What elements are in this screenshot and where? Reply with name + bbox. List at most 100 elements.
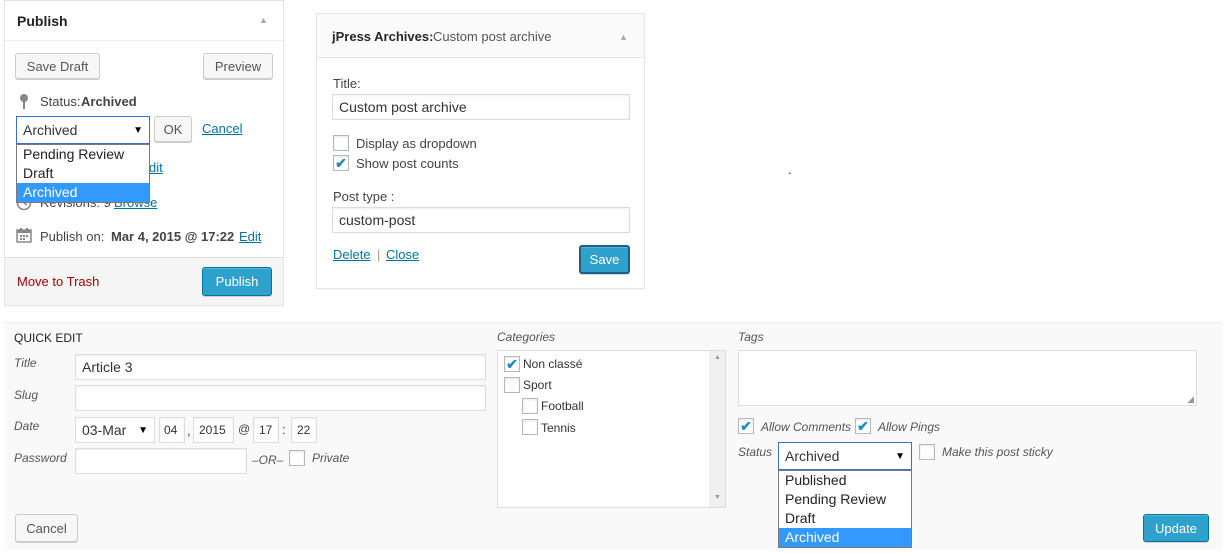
categories-scrollbar[interactable]: ▲ ▼ [709, 351, 725, 507]
widget-title-label: Title: [333, 76, 361, 91]
category-checkbox[interactable] [522, 419, 538, 435]
scroll-down-icon[interactable]: ▼ [714, 494, 721, 501]
qe-categories-box[interactable]: ✔ Non classé Sport Football Tennis ▲ ▼ [497, 350, 726, 508]
category-label[interactable]: Sport [523, 378, 552, 392]
checkmark-icon: ✔ [335, 155, 347, 171]
qe-title-label: Title [14, 356, 37, 370]
post-type-input[interactable]: custom-post [332, 207, 630, 233]
sticky-label[interactable]: Make this post sticky [942, 445, 1053, 459]
collapse-icon[interactable]: ▲ [619, 32, 628, 42]
publish-on-value: Mar 4, 2015 @ 17:22 [111, 229, 235, 244]
qe-year-input[interactable]: 2015 [193, 417, 234, 443]
qe-cancel-button[interactable]: Cancel [15, 514, 78, 542]
allow-pings-label[interactable]: Allow Pings [878, 420, 940, 434]
category-label[interactable]: Non classé [523, 357, 582, 371]
resize-handle-icon[interactable]: ◢ [1187, 394, 1194, 405]
visibility-edit-fragment[interactable]: dit [149, 160, 163, 175]
archives-widget: jPress Archives: Custom post archive ▲ T… [316, 13, 645, 289]
publish-status-select[interactable]: Archived ▼ [16, 116, 150, 144]
qe-private-checkbox[interactable] [289, 450, 305, 466]
status-label: Status: [40, 94, 81, 109]
qe-update-button[interactable]: Update [1143, 514, 1209, 542]
widget-name: jPress Archives: [332, 29, 434, 44]
qe-date-comma: , [187, 423, 191, 438]
qe-status-option-published[interactable]: Published [779, 471, 911, 490]
status-value: Archived [81, 94, 137, 109]
qe-month-value: 03-Mar [82, 422, 127, 438]
qe-date-colon: : [282, 422, 286, 437]
qe-tags-textarea[interactable]: ◢ [738, 350, 1197, 406]
widget-save-button[interactable]: Save [579, 245, 630, 274]
qe-minute-input[interactable]: 22 [291, 417, 317, 443]
qe-date-at: @ [238, 422, 251, 436]
widget-delete-link[interactable]: Delete [333, 247, 371, 262]
publish-box-title: Publish [17, 13, 68, 29]
qe-slug-input[interactable] [75, 385, 486, 411]
publish-on-label: Publish on: [40, 229, 105, 244]
publish-box-footer: Move to Trash Publish [5, 257, 283, 305]
calendar-icon [16, 227, 32, 243]
allow-comments-label[interactable]: Allow Comments [761, 420, 851, 434]
qe-hour-input[interactable]: 17 [253, 417, 279, 443]
pin-icon [19, 93, 31, 109]
qe-status-option-archived[interactable]: Archived [779, 528, 911, 547]
qe-password-label: Password [14, 451, 67, 465]
category-checkbox[interactable]: ✔ [504, 356, 520, 372]
widget-link-separator: | [377, 247, 381, 262]
widget-title-input[interactable]: Custom post archive [332, 94, 630, 120]
qe-password-input[interactable] [75, 448, 247, 474]
preview-button[interactable]: Preview [203, 53, 273, 79]
dropdown-arrow-icon: ▼ [138, 424, 148, 436]
qe-categories-label: Categories [497, 330, 556, 344]
qe-status-select-value: Archived [785, 448, 840, 464]
widget-header[interactable]: jPress Archives: Custom post archive ▲ [317, 14, 644, 58]
scroll-up-icon[interactable]: ▲ [714, 354, 721, 361]
publish-status-options[interactable]: Pending Review Draft Archived [16, 144, 150, 203]
sticky-checkbox[interactable] [919, 444, 935, 460]
qe-private-label[interactable]: Private [312, 451, 349, 465]
quick-edit-panel: QUICK EDIT Title Article 3 Slug Date 03-… [4, 322, 1222, 550]
widget-close-link[interactable]: Close [386, 247, 419, 262]
display-dropdown-label[interactable]: Display as dropdown [356, 136, 477, 151]
category-checkbox[interactable] [504, 377, 520, 393]
publish-button[interactable]: Publish [202, 267, 272, 296]
qe-or-text: –OR– [252, 453, 284, 467]
post-type-label: Post type : [333, 189, 395, 204]
show-counts-checkbox[interactable]: ✔ [333, 155, 349, 171]
publish-date-edit-link[interactable]: Edit [239, 229, 261, 244]
allow-comments-checkbox[interactable]: ✔ [738, 418, 754, 434]
category-label[interactable]: Tennis [541, 421, 576, 435]
dropdown-arrow-icon: ▼ [133, 124, 143, 136]
checkmark-icon: ✔ [506, 356, 518, 372]
status-cancel-link[interactable]: Cancel [202, 121, 242, 136]
category-checkbox[interactable] [522, 398, 538, 414]
qe-slug-label: Slug [14, 388, 39, 402]
publish-box: Publish ▲ Save Draft Preview Status: Arc… [4, 0, 284, 306]
qe-tags-label: Tags [738, 330, 764, 344]
collapse-icon[interactable]: ▲ [259, 15, 268, 25]
allow-pings-checkbox[interactable]: ✔ [855, 418, 871, 434]
qe-month-select[interactable]: 03-Mar ▼ [75, 417, 155, 443]
display-dropdown-checkbox[interactable] [333, 135, 349, 151]
save-draft-button[interactable]: Save Draft [15, 53, 100, 79]
widget-subtitle: Custom post archive [433, 29, 552, 44]
qe-status-select[interactable]: Archived ▼ [778, 442, 912, 470]
qe-title-input[interactable]: Article 3 [75, 354, 486, 380]
move-to-trash-link[interactable]: Move to Trash [17, 274, 99, 289]
dropdown-arrow-icon: ▼ [895, 450, 905, 462]
show-counts-label[interactable]: Show post counts [356, 156, 459, 171]
qe-status-option-draft[interactable]: Draft [779, 509, 911, 528]
qe-status-option-pending[interactable]: Pending Review [779, 490, 911, 509]
qe-status-options[interactable]: Published Pending Review Draft Archived [778, 470, 912, 548]
category-label[interactable]: Football [541, 399, 584, 413]
checkmark-icon: ✔ [740, 418, 752, 434]
publish-box-header[interactable]: Publish ▲ [5, 1, 283, 41]
stray-dot: . [788, 162, 792, 177]
status-option-pending[interactable]: Pending Review [17, 145, 149, 164]
checkmark-icon: ✔ [857, 418, 869, 434]
status-option-archived[interactable]: Archived [17, 183, 149, 202]
status-option-draft[interactable]: Draft [17, 164, 149, 183]
qe-date-label: Date [14, 419, 40, 433]
qe-day-input[interactable]: 04 [159, 417, 185, 443]
status-ok-button[interactable]: OK [154, 116, 192, 142]
